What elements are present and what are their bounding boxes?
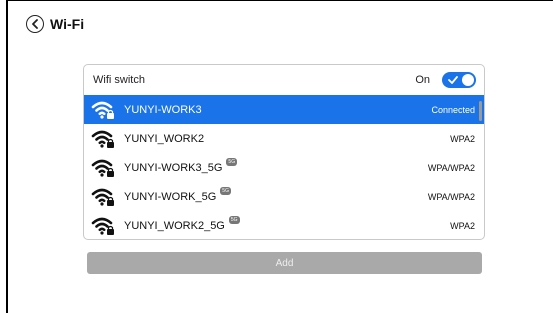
wifi-lock-icon [90, 100, 118, 120]
network-row[interactable]: YUNYI-WORK_5G 5G WPA/WPA2 [84, 182, 484, 211]
wifi-switch-row: Wifi switch On [84, 65, 484, 95]
back-circle-icon [32, 19, 38, 29]
network-ssid-group: YUNYI-WORK3_5G 5G [124, 157, 428, 174]
network-security: WPA2 [450, 220, 475, 231]
network-ssid: YUNYI_WORK2_5G [124, 219, 225, 232]
add-button-label: Add [275, 257, 294, 269]
toggle-knob [462, 74, 474, 86]
network-ssid: YUNYI-WORK_5G [124, 190, 217, 203]
wifi-panel: Wifi switch On YUNYI-WORK3 Connected YUNYI… [83, 64, 485, 240]
network-ssid-group: YUNYI_WORK2 [124, 133, 450, 145]
network-security: Connected [431, 104, 475, 115]
add-network-button[interactable]: Add [87, 252, 482, 274]
network-row[interactable]: YUNYI_WORK2 WPA2 [84, 124, 484, 153]
list-scrollbar[interactable] [479, 101, 482, 121]
network-row[interactable]: YUNYI-WORK3_5G 5G WPA/WPA2 [84, 153, 484, 182]
page-header: Wi-Fi [26, 12, 84, 36]
wifi-lock-icon [90, 187, 118, 207]
network-ssid: YUNYI-WORK3_5G [124, 161, 223, 174]
wifi-toggle[interactable] [442, 72, 476, 88]
wifi-lock-icon [90, 129, 118, 149]
wifi-switch-state: On [415, 74, 430, 86]
band-5g-badge: 5G [220, 186, 231, 195]
network-ssid: YUNYI-WORK3 [124, 103, 202, 116]
network-row[interactable]: YUNYI_WORK2_5G 5G WPA2 [84, 211, 484, 239]
wifi-switch-label: Wifi switch [93, 74, 145, 86]
network-ssid: YUNYI_WORK2 [124, 132, 205, 145]
back-button[interactable] [26, 15, 44, 33]
check-icon [448, 76, 458, 84]
network-list[interactable]: YUNYI-WORK3 Connected YUNYI_WORK2 WPA2 YUNYI… [84, 95, 484, 239]
network-row[interactable]: YUNYI-WORK3 Connected [84, 95, 484, 124]
window-frame-top [6, 0, 553, 1]
band-5g-badge: 5G [226, 157, 238, 166]
network-security: WPA/WPA2 [427, 162, 475, 173]
page-title: Wi-Fi [50, 16, 85, 32]
network-security: WPA/WPA2 [427, 191, 475, 202]
network-security: WPA2 [450, 133, 475, 144]
wifi-lock-icon [90, 216, 118, 236]
network-ssid-group: YUNYI-WORK_5G 5G [124, 186, 428, 203]
wifi-lock-icon [90, 158, 118, 178]
network-ssid-group: YUNYI-WORK3 [124, 104, 431, 116]
window-frame-left [6, 0, 8, 313]
network-ssid-group: YUNYI_WORK2_5G 5G [124, 215, 450, 232]
band-5g-badge: 5G [228, 215, 240, 224]
